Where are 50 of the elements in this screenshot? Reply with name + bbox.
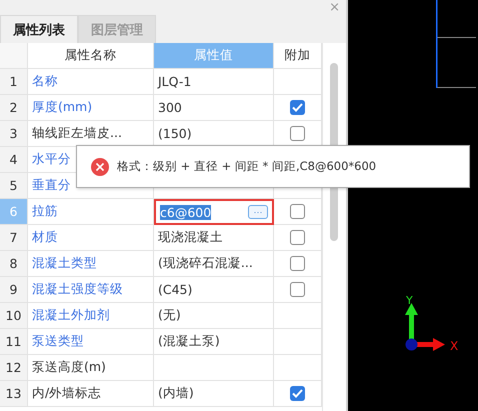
value-input[interactable]: c6@600 ··· (154, 199, 274, 225)
column-header: 附加 (274, 43, 322, 69)
property-value: (现浇碎石混凝... (154, 251, 274, 277)
corner-cell (0, 43, 28, 69)
checkbox[interactable] (290, 230, 305, 245)
property-name: 材质 (28, 225, 154, 251)
property-value: JLQ-1 (154, 69, 274, 95)
tab[interactable]: 图层管理 (78, 15, 156, 43)
column-header: 属性值 (154, 43, 274, 69)
property-name: 名称 (28, 69, 154, 95)
property-value: (C45) (154, 277, 274, 303)
checkbox[interactable] (290, 386, 305, 401)
row-number: 10 (0, 303, 28, 329)
property-value: 现浇混凝土 (154, 225, 274, 251)
row-number: 3 (0, 121, 28, 147)
row-number: 9 (0, 277, 28, 303)
property-value: (内墙) (154, 381, 274, 407)
property-name: 内/外墙标志 (28, 381, 154, 407)
row-number: 8 (0, 251, 28, 277)
property-name: 泵送高度(m) (28, 355, 154, 381)
property-value: 300 (154, 95, 274, 121)
property-name: 泵送类型 (28, 329, 154, 355)
row-number: 11 (0, 329, 28, 355)
row-number: 7 (0, 225, 28, 251)
close-button[interactable]: × (329, 1, 340, 14)
tab[interactable]: 属性列表 (0, 15, 78, 43)
property-name: 混凝土强度等级 (28, 277, 154, 303)
property-value: (混凝土泵) (154, 329, 274, 355)
property-name: 混凝土类型 (28, 251, 154, 277)
error-icon (91, 158, 109, 176)
property-name: 拉筋 (28, 199, 154, 225)
row-number: 5 (0, 173, 28, 199)
checkbox[interactable] (290, 204, 305, 219)
column-header: 属性名称 (28, 43, 154, 69)
row-number: 2 (0, 95, 28, 121)
row-number: 6 (0, 199, 28, 225)
row-number: 4 (0, 147, 28, 173)
property-name: 厚度(mm) (28, 95, 154, 121)
more-button[interactable]: ··· (248, 205, 268, 219)
row-number: 12 (0, 355, 28, 381)
checkbox[interactable] (290, 100, 305, 115)
row-number: 13 (0, 381, 28, 407)
checkbox[interactable] (290, 282, 305, 297)
checkbox[interactable] (290, 126, 305, 141)
checkbox[interactable] (290, 256, 305, 271)
axis-drawing: Y X (405, 295, 463, 353)
property-value: (无) (154, 303, 274, 329)
property-name: 混凝土外加剂 (28, 303, 154, 329)
property-name: 轴线距左墙皮... (28, 121, 154, 147)
row-number: 1 (0, 69, 28, 95)
